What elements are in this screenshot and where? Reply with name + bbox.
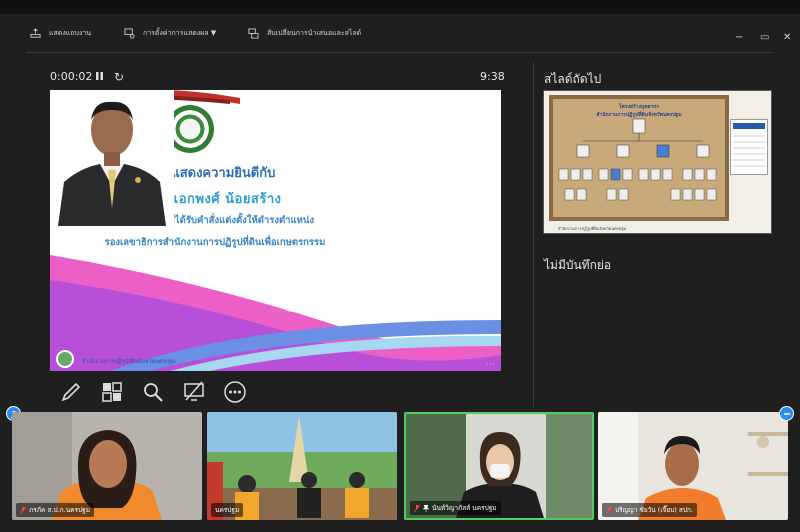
participant-nameplate: ภรภัค ส.ป.ก.นครปฐม [16,503,94,517]
window-top-strip [0,0,800,14]
participant-tile[interactable]: ปริญญา ชัยวัน (เจี๊ยบ) สปก. [598,412,788,520]
participant-name: นันท์วิญาภัสส์ นครปฐม [432,504,497,512]
pen-icon [61,382,80,402]
next-slide-preview[interactable]: โครงสร้างบุคลากร สำนักงานการปฏิรูปที่ดิน… [543,90,772,234]
slide-footer: สำนักงานการปฏิรูปที่ดินจังหวัดนครปฐม [82,359,176,365]
taskbar-icon [30,28,41,38]
participant-nameplate: นครปฐม [211,503,244,517]
next-slide-label: สไลด์ถัดไป [544,72,602,86]
participant-tile-active[interactable]: นันท์วิญาภัสส์ นครปฐม [404,412,594,520]
expand-icon[interactable]: ⋯ [486,360,495,370]
show-taskbar-button[interactable]: แสดงแถบงาน [30,28,91,39]
swap-displays-icon [248,28,259,39]
pin-icon [423,504,429,512]
pen-tool-button[interactable] [50,378,91,406]
display-settings-label: การตั้งค่าการแสดงผล ▼ [143,29,217,37]
participant-tile[interactable]: ภรภัค ส.ป.ก.นครปฐม [12,412,202,520]
org-chart-board: โครงสร้างบุคลากร สำนักงานการปฏิรูปที่ดิน… [549,95,729,221]
minus-icon [783,412,790,415]
presenter-toolbar: แสดงแถบงาน การตั้งค่าการแสดงผล ▼ สับเปลี… [0,14,800,54]
participant-nameplate: ปริญญา ชัยวัน (เจี๊ยบ) สปก. [602,503,697,517]
current-time: 9:38 [480,70,505,83]
speaker-notes: ไม่มีบันทึกย่อ [544,258,612,272]
more-options-icon [223,381,246,403]
slide-line-4: รองเลขาธิการสำนักงานการปฏิรูปที่ดินเพื่อ… [104,237,326,248]
mic-off-icon [414,504,420,512]
presenter-tools [50,378,255,406]
participant-name: นครปฐม [215,506,240,514]
swap-displays-label: สับเปลี่ยนการนำเสนอและสไลด์ [267,29,362,37]
participant-tile[interactable]: นครปฐม [207,412,397,520]
next-slide-footer: สำนักงานการปฏิรูปที่ดินจังหวัดนครปฐม [558,226,627,231]
pause-icon[interactable] [95,71,104,81]
maximize-button[interactable]: ▭ [760,32,769,43]
panel-divider [533,62,534,407]
display-settings-button[interactable]: การตั้งค่าการแสดงผล ▼ [124,28,216,39]
participant-name: ภรภัค ส.ป.ก.นครปฐม [29,506,90,514]
participant-name: ปริญญา ชัยวัน (เจี๊ยบ) สปก. [615,506,693,514]
participants-strip: ภรภัค ส.ป.ก.นครปฐม นครปฐม นันท์วิญาภัสส์… [0,406,800,532]
more-options-button[interactable] [214,378,255,406]
mic-off-icon [606,506,612,514]
toolbar-divider [26,52,772,53]
display-settings-icon [124,28,135,39]
portrait-photo [50,90,174,226]
org-chart [558,118,717,201]
close-button[interactable]: ✕ [783,32,791,43]
next-slide-side-table [730,119,768,175]
zoom-icon [143,383,163,402]
next-slide-title-1: โครงสร้างบุคลากร [618,104,660,110]
swap-displays-button[interactable]: สับเปลี่ยนการนำเสนอและสไลด์ [248,28,361,39]
minimize-button[interactable]: − [735,32,743,43]
participant-nameplate: นันท์วิญาภัสส์ นครปฐม [410,501,501,515]
current-slide[interactable]: ขอแสดงความยินดีกับ นายเอกพงศ์ น้อยสร้าง … [50,90,501,371]
elapsed-timer: 0:00:02 [50,70,93,83]
zoom-button[interactable] [132,378,173,406]
mic-off-icon [20,506,26,514]
show-taskbar-label: แสดงแถบงาน [49,29,92,37]
participants-right-bubble[interactable] [779,406,794,421]
screen-off-icon [183,381,204,401]
reset-timer-icon[interactable]: ↻ [114,70,124,84]
see-all-slides-button[interactable] [91,378,132,406]
slides-grid-icon [101,382,122,402]
black-screen-button[interactable] [173,378,214,406]
footer-logo [56,350,74,368]
